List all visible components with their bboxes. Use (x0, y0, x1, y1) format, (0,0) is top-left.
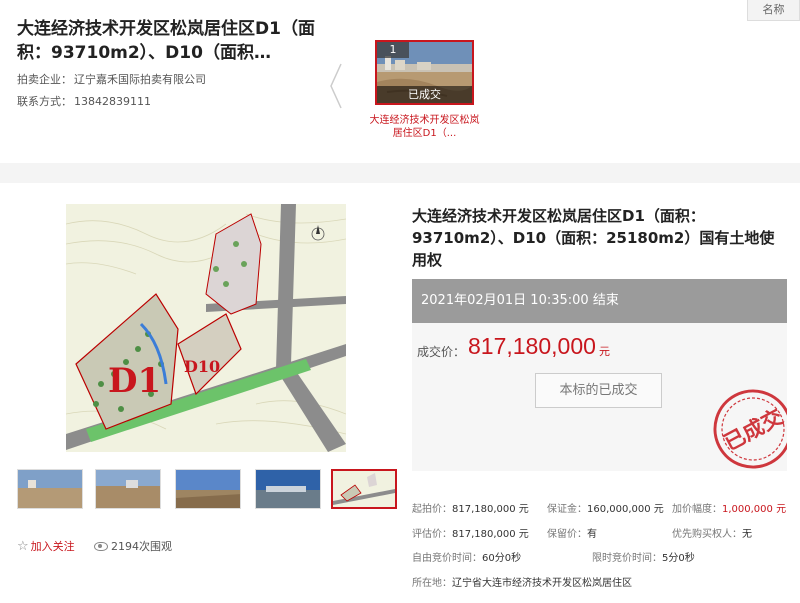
contact-label: 联系方式： (17, 95, 72, 108)
appraisal-value: 817,180,000 元 (452, 529, 529, 540)
appraisal-label: 评估价： (412, 529, 452, 540)
contact-phone: 13842839111 (74, 95, 151, 108)
lot-caption[interactable]: 大连经济技术开发区松岚居住区D1（... (368, 114, 481, 140)
thumbnail-1[interactable] (17, 469, 83, 509)
priority-label: 优先购买权人： (672, 529, 742, 540)
lot-status: 已成交 (377, 86, 472, 103)
limit-time-field: 限时竞价时间：5分0秒 (592, 549, 695, 564)
deal-price: 817,180,000 (468, 333, 596, 359)
section-divider (0, 163, 800, 183)
detail-title: 大连经济技术开发区松岚居住区D1（面积：93710m2）、D10（面积：2518… (412, 207, 775, 269)
reserve-label: 保留价： (547, 529, 587, 540)
reserve-field: 保留价：有 (547, 525, 597, 540)
map-label-d10: D10 (184, 357, 220, 376)
deposit-label: 保证金： (547, 504, 587, 515)
deal-price-unit: 元 (599, 345, 610, 358)
follow-button[interactable]: ☆ 加入关注 (17, 538, 75, 554)
deposit-field: 保证金：160,000,000 元 (547, 500, 664, 515)
reserve-value: 有 (587, 529, 597, 540)
views-label: 2194次围观 (111, 540, 172, 553)
free-time-field: 自由竞价时间：60分0秒 (412, 549, 521, 564)
start-price-value: 817,180,000 元 (452, 504, 529, 515)
limit-time-value: 5分0秒 (662, 553, 695, 564)
priority-value: 无 (742, 529, 752, 540)
company-name[interactable]: 辽宁嘉禾国际拍卖有限公司 (74, 73, 206, 86)
stamp-text: 已成交 (720, 404, 787, 455)
priority-field: 优先购买权人：无 (672, 525, 752, 540)
lot-number: 1 (377, 42, 409, 58)
free-time-label: 自由竞价时间： (412, 553, 482, 564)
increment-label: 加价幅度： (672, 504, 722, 515)
auction-header: 大连经济技术开发区松岚居住区D1（面积：93710m2）、D10（面积… 拍卖企… (0, 0, 800, 163)
company-line: 拍卖企业： 辽宁嘉禾国际拍卖有限公司 (17, 71, 206, 87)
sort-by-name-button[interactable]: 名称 (747, 0, 800, 21)
increment-field: 加价幅度：1,000,000 元 (672, 500, 786, 515)
thumbnail-4[interactable] (255, 469, 321, 509)
thumbnail-5[interactable] (331, 469, 397, 509)
location-field: 所在地：辽宁省大连市经济技术开发区松岚居住区 (412, 574, 632, 589)
start-price-label: 起拍价： (412, 504, 452, 515)
main-plan-image[interactable]: D1 D10 (66, 204, 346, 452)
increment-value: 1,000,000 元 (722, 504, 787, 515)
free-time-value: 60分0秒 (482, 553, 522, 564)
sold-stamp: 已成交 (713, 389, 787, 469)
auction-title[interactable]: 大连经济技术开发区松岚居住区D1（面积：93710m2）、D10（面积… (17, 17, 327, 65)
thumbnail-3[interactable] (175, 469, 241, 509)
auction-end-bar: 2021年02月01日 10:35:00 结束 (412, 279, 787, 323)
deal-price-label: 成交价： (417, 345, 466, 359)
location-value: 辽宁省大连市经济技术开发区松岚居住区 (452, 578, 632, 589)
company-label: 拍卖企业： (17, 73, 72, 86)
lot-card[interactable]: 1 已成交 (375, 40, 474, 105)
chevron-left-icon[interactable] (327, 62, 345, 110)
end-time: 2021年02月01日 10:35:00 结束 (421, 293, 619, 308)
eye-icon (94, 542, 108, 551)
sold-button[interactable]: 本标的已成交 (535, 373, 662, 408)
follow-label: 加入关注 (30, 540, 75, 553)
thumbnail-2[interactable] (95, 469, 161, 509)
price-box: 成交价： 817,180,000 元 本标的已成交 已成交 (412, 323, 787, 471)
thumbnail-strip (17, 469, 397, 509)
deposit-value: 160,000,000 元 (587, 504, 664, 515)
map-label-d1: D1 (108, 361, 161, 401)
limit-time-label: 限时竞价时间： (592, 553, 662, 564)
location-label: 所在地： (412, 578, 452, 589)
start-price-field: 起拍价：817,180,000 元 (412, 500, 529, 515)
star-icon: ☆ (17, 539, 29, 554)
views-counter: 2194次围观 (94, 538, 172, 554)
contact-line: 联系方式： 13842839111 (17, 93, 151, 109)
appraisal-field: 评估价：817,180,000 元 (412, 525, 529, 540)
